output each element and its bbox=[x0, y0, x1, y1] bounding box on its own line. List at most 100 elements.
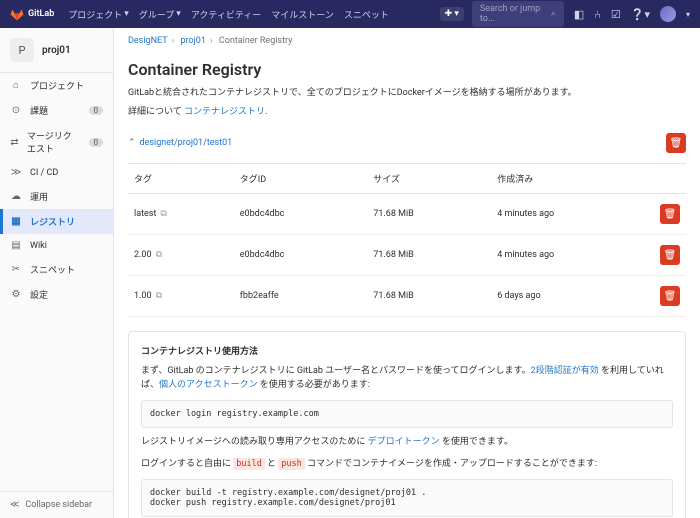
sidebar-badge: 0 bbox=[89, 106, 104, 115]
project-name: proj01 bbox=[42, 45, 71, 56]
cell-id: e0bdc4dbc bbox=[234, 194, 368, 235]
nav-groups[interactable]: グループ ▾ bbox=[139, 8, 181, 21]
user-avatar[interactable] bbox=[660, 6, 676, 22]
sidebar-icon: ⊙ bbox=[10, 105, 22, 116]
table-row: 1.00⧉ fbb2eaffe 71.68 MiB 6 days ago 🗑 bbox=[128, 276, 686, 317]
sidebar-item-6[interactable]: ▤ Wiki bbox=[0, 234, 113, 257]
sidebar-icon: ▤ bbox=[10, 240, 22, 251]
chevron-down-icon[interactable]: ▾ bbox=[686, 10, 690, 19]
trash-icon: 🗑 bbox=[664, 250, 677, 261]
sidebar-item-0[interactable]: ⌂プロジェクト bbox=[0, 73, 113, 98]
sidebar-label: マージリクエスト bbox=[27, 129, 81, 155]
col-header: サイズ bbox=[367, 164, 491, 194]
chevron-down-icon: ▾ bbox=[176, 9, 181, 19]
howto-p1: まず、GitLab のコンテナレジストリに GitLab ユーザー名とパスワード… bbox=[141, 365, 673, 392]
todos-icon[interactable]: ☑ bbox=[611, 8, 621, 21]
bc-group[interactable]: DesigNET bbox=[128, 36, 168, 46]
cell-id: e0bdc4dbc bbox=[234, 235, 368, 276]
delete-repo-button[interactable]: 🗑 bbox=[666, 133, 686, 153]
copy-icon[interactable]: ⧉ bbox=[156, 291, 162, 301]
sidebar-icon: ☁ bbox=[10, 191, 22, 202]
brand-text: GitLab bbox=[28, 9, 54, 19]
repo-toggle[interactable]: ⌃ designet/proj01/test01 bbox=[128, 138, 232, 148]
mr-icon[interactable]: ⑃ bbox=[594, 8, 601, 21]
nav-milestones[interactable]: マイルストーン bbox=[271, 8, 334, 21]
sidebar-icon: ⇄ bbox=[10, 137, 19, 148]
copy-icon[interactable]: ⧉ bbox=[156, 250, 162, 260]
cell-tag: latest⧉ bbox=[128, 194, 234, 235]
chevron-up-icon: ⌃ bbox=[128, 138, 136, 148]
main-content: DesigNET› proj01› Container Registry Con… bbox=[114, 28, 700, 518]
sidebar-label: スニペット bbox=[30, 263, 75, 276]
delete-tag-button[interactable]: 🗑 bbox=[660, 245, 680, 265]
sidebar-item-5[interactable]: ▦レジストリ bbox=[0, 209, 113, 234]
code-build: build bbox=[233, 458, 265, 470]
sidebar-item-8[interactable]: ⚙ 設定 bbox=[0, 282, 113, 307]
sidebar-icon: ⚙ bbox=[10, 289, 22, 300]
sidebar-item-2[interactable]: ⇄ マージリクエスト 0 bbox=[0, 123, 113, 161]
search-placeholder: Search or jump to... bbox=[480, 4, 547, 24]
sidebar-icon: ✂ bbox=[10, 264, 22, 275]
pat-link[interactable]: 個人のアクセストークン bbox=[159, 380, 258, 390]
cell-created: 4 minutes ago bbox=[491, 235, 654, 276]
sidebar-label: CI / CD bbox=[30, 168, 58, 178]
page-detail: 詳細について コンテナレジストリ. bbox=[128, 104, 686, 117]
page-subtitle: GitLabと統合されたコンテナレジストリで、全てのプロジェクトにDockerイ… bbox=[128, 85, 686, 98]
cell-created: 6 days ago bbox=[491, 276, 654, 317]
delete-tag-button[interactable]: 🗑 bbox=[660, 286, 680, 306]
copy-icon[interactable]: ⧉ bbox=[160, 209, 166, 219]
col-header: タグID bbox=[234, 164, 368, 194]
code-push: push bbox=[278, 458, 304, 470]
sidebar-item-4[interactable]: ☁ 運用 bbox=[0, 184, 113, 209]
help-icon[interactable]: ❔▾ bbox=[631, 8, 650, 21]
bc-project[interactable]: proj01 bbox=[181, 36, 206, 46]
sidebar-label: Wiki bbox=[30, 241, 47, 251]
howto-p3: ログインすると自由に build と push コマンドでコンテナイメージを作成… bbox=[141, 458, 673, 472]
sidebar-icon: ⌂ bbox=[10, 80, 22, 91]
topbar: GitLab プロジェクト ▾ グループ ▾ アクティビティー マイルストーン … bbox=[0, 0, 700, 28]
sidebar-icon: ≫ bbox=[10, 167, 22, 178]
plus-button[interactable]: ✚ ▾ bbox=[440, 7, 464, 21]
gitlab-logo[interactable]: GitLab bbox=[10, 7, 54, 21]
sidebar: P proj01 ⌂プロジェクト ⊙ 課題 0 ⇄ マージリクエスト 0 ≫ CI / CD ☁ 運… bbox=[0, 28, 114, 518]
two-factor-link[interactable]: 2段階認証が有効 bbox=[531, 366, 599, 376]
repo-header: ⌃ designet/proj01/test01 🗑 bbox=[128, 123, 686, 164]
registry-doc-link[interactable]: コンテナレジストリ bbox=[184, 107, 265, 117]
collapse-label: Collapse sidebar bbox=[25, 500, 92, 510]
col-header: 作成済み bbox=[491, 164, 654, 194]
cell-created: 4 minutes ago bbox=[491, 194, 654, 235]
cell-size: 71.68 MiB bbox=[367, 194, 491, 235]
cell-size: 71.68 MiB bbox=[367, 235, 491, 276]
search-input[interactable]: Search or jump to... ⌕ bbox=[472, 1, 564, 27]
sidebar-label: 課題 bbox=[30, 104, 48, 117]
chevron-down-icon: ▾ bbox=[124, 9, 129, 19]
nav-projects[interactable]: プロジェクト ▾ bbox=[68, 8, 129, 21]
sidebar-item-3[interactable]: ≫ CI / CD bbox=[0, 161, 113, 184]
cell-tag: 1.00⧉ bbox=[128, 276, 234, 317]
delete-tag-button[interactable]: 🗑 bbox=[660, 204, 680, 224]
gitlab-icon bbox=[10, 7, 24, 21]
chevron-left-icon: ≪ bbox=[10, 500, 19, 510]
tags-table: タグタグIDサイズ作成済み latest⧉ e0bdc4dbc 71.68 Mi… bbox=[128, 164, 686, 317]
nav-activity[interactable]: アクティビティー bbox=[191, 8, 261, 21]
trash-icon: 🗑 bbox=[664, 209, 677, 220]
howto-title: コンテナレジストリ使用方法 bbox=[141, 344, 673, 357]
bc-current: Container Registry bbox=[219, 36, 293, 46]
table-row: 2.00⧉ e0bdc4dbc 71.68 MiB 4 minutes ago … bbox=[128, 235, 686, 276]
nav-snippets[interactable]: スニペット bbox=[344, 8, 389, 21]
sidebar-item-1[interactable]: ⊙ 課題 0 bbox=[0, 98, 113, 123]
deploy-token-link[interactable]: デプロイトークン bbox=[368, 437, 440, 447]
sidebar-label: 設定 bbox=[30, 288, 48, 301]
sidebar-label: レジストリ bbox=[30, 215, 75, 228]
top-nav: プロジェクト ▾ グループ ▾ アクティビティー マイルストーン スニペット bbox=[68, 8, 389, 21]
code-login: docker login registry.example.com bbox=[141, 400, 673, 428]
collapse-sidebar[interactable]: ≪ Collapse sidebar bbox=[0, 491, 113, 518]
code-buildpush: docker build -t registry.example.com/des… bbox=[141, 479, 673, 517]
col-header: タグ bbox=[128, 164, 234, 194]
sidebar-label: 運用 bbox=[30, 190, 48, 203]
sidebar-badge: 0 bbox=[89, 138, 104, 147]
project-header[interactable]: P proj01 bbox=[0, 28, 113, 73]
repo-name: designet/proj01/test01 bbox=[140, 138, 233, 148]
issues-icon[interactable]: ◧ bbox=[574, 8, 584, 21]
sidebar-item-7[interactable]: ✂ スニペット bbox=[0, 257, 113, 282]
